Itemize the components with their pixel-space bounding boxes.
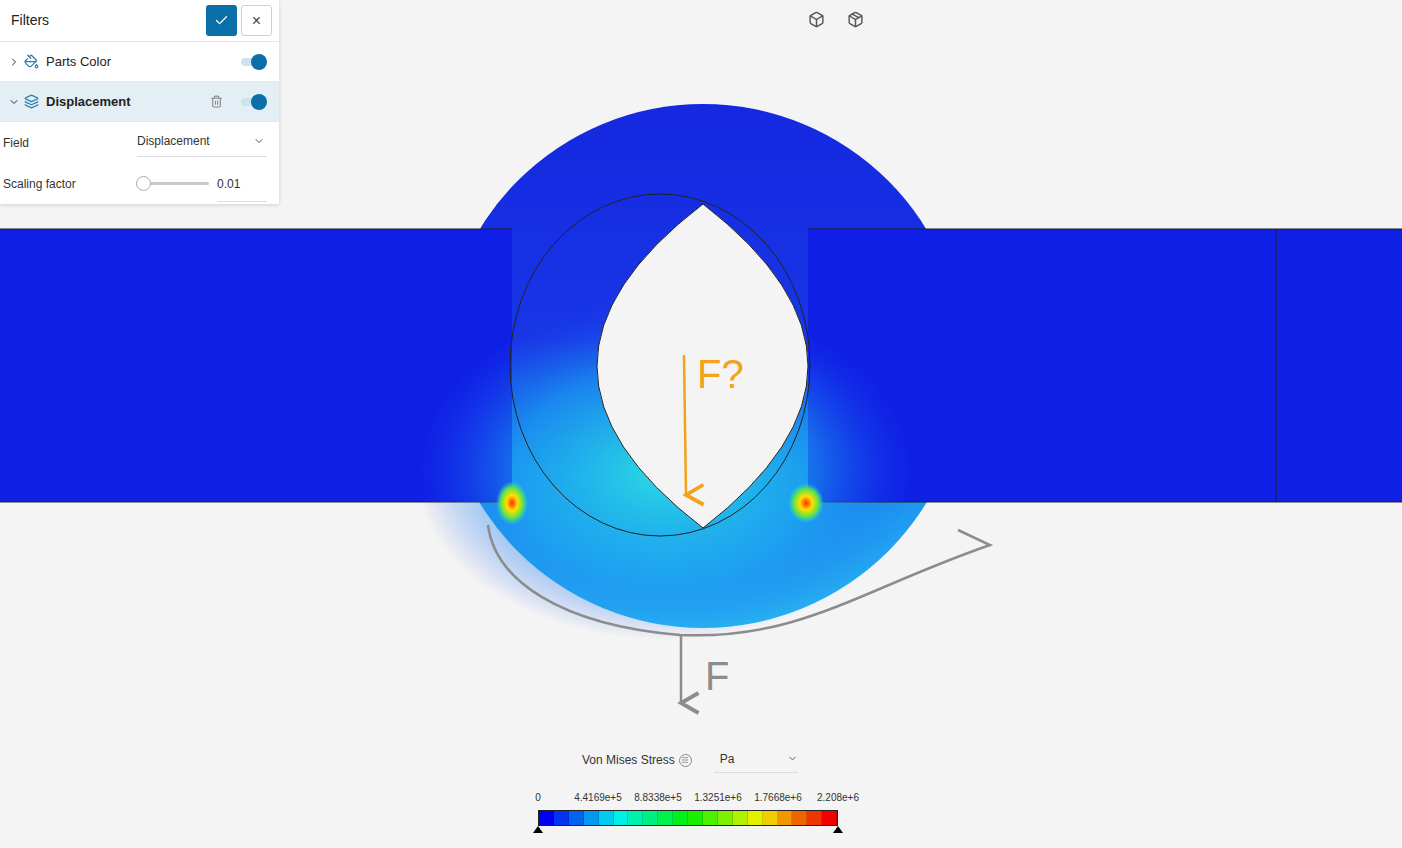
legend-tick: 1.7668e+6 — [748, 792, 808, 804]
range-handle-icon[interactable] — [533, 826, 543, 833]
visibility-toggle[interactable] — [241, 53, 267, 71]
setting-row: FieldDisplacement — [0, 122, 279, 163]
range-handle-icon[interactable] — [833, 826, 843, 833]
color-bar — [538, 810, 838, 826]
close-button[interactable]: × — [241, 5, 272, 36]
paint-bucket-icon — [24, 54, 39, 69]
chevron-down-icon — [787, 753, 798, 764]
check-icon — [214, 13, 229, 28]
confirm-button[interactable] — [206, 5, 237, 36]
legend-title: Von Mises Stress — [582, 751, 675, 769]
cube-outline-icon[interactable] — [808, 11, 825, 28]
view-toolbar — [808, 11, 864, 28]
inner-bore — [510, 194, 810, 536]
visibility-toggle[interactable] — [241, 93, 267, 111]
scaling-value[interactable]: 0.01 — [217, 165, 267, 202]
field-dropdown[interactable]: Displacement — [137, 128, 267, 157]
filters-header: Filters × — [0, 0, 279, 42]
app: F?FFilters×Parts ColorDisplacementFieldD… — [0, 0, 1402, 848]
layer-label: Displacement — [46, 92, 131, 112]
legend-ticks: 04.4169e+58.8338e+51.3251e+61.7668e+62.2… — [508, 792, 868, 804]
force-arrow-orange — [684, 355, 686, 495]
chevron-down-icon — [253, 135, 265, 147]
filters-title: Filters — [11, 10, 49, 31]
lens-hole — [597, 204, 808, 528]
scaling-slider[interactable] — [137, 182, 209, 185]
layer-icon — [24, 94, 39, 109]
legend-menu-icon[interactable] — [679, 754, 692, 767]
setting-label: Scaling factor — [3, 175, 137, 193]
layer-label: Parts Color — [46, 52, 111, 72]
brace-annotation — [488, 525, 990, 635]
filters-panel: Filters×Parts ColorDisplacementFieldDisp… — [0, 0, 279, 204]
legend-tick: 2.208e+6 — [808, 792, 868, 804]
chevron-down-icon[interactable] — [8, 96, 20, 108]
cube-solid-icon[interactable] — [847, 11, 864, 28]
unit-dropdown[interactable]: Pa — [714, 748, 798, 773]
legend: Von Mises Stress Pa 04.4169e+58.8338e+51.3… — [508, 748, 868, 833]
legend-tick: 8.8338e+5 — [628, 792, 688, 804]
filter-layer-row[interactable]: Displacement — [0, 82, 279, 122]
setting-label: Field — [3, 134, 137, 152]
chevron-right-icon[interactable] — [8, 56, 20, 68]
trash-icon[interactable] — [210, 95, 223, 108]
legend-tick: 0 — [508, 792, 568, 804]
filter-layer-row[interactable]: Parts Color — [0, 42, 279, 82]
legend-tick: 4.4169e+5 — [568, 792, 628, 804]
annotation-label: F? — [697, 352, 744, 396]
legend-tick: 1.3251e+6 — [688, 792, 748, 804]
annotation-label: F — [705, 654, 729, 698]
setting-row: Scaling factor 0.01 — [0, 163, 279, 204]
force-arrow-grey — [680, 635, 683, 703]
